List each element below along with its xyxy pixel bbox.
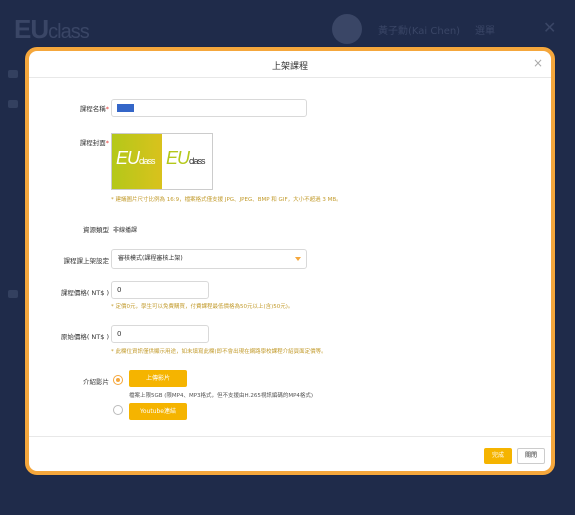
publish-setting-select[interactable]: 審核模式(課程審核上架): [111, 249, 307, 269]
background-close-icon: ✕: [543, 18, 557, 37]
background-sidebar-marker: [8, 70, 18, 78]
close-icon[interactable]: ×: [533, 56, 543, 70]
upload-video-hint: 檔案上限5GB (限MP4、MP3格式，但不支援由H.265視訊編碼的MP4格式…: [129, 393, 314, 399]
chevron-down-icon: [295, 257, 301, 261]
modal-footer: [29, 436, 551, 472]
cover-logo-left: EUclass: [112, 134, 162, 189]
background-header: EUclass 黃子勳(Kai Chen) 選單 ✕: [0, 0, 575, 50]
cover-hint: * 建議圖片尺寸比例為 16:9，檔案格式僅支援 JPG、JPEG、BMP 和 …: [111, 197, 342, 203]
course-price-input[interactable]: 0: [111, 281, 209, 299]
youtube-link-button[interactable]: Youtube連結: [129, 403, 187, 420]
modal-header: 上架課程 ×: [29, 51, 551, 78]
upload-video-button[interactable]: 上傳影片: [129, 370, 187, 387]
course-name-input[interactable]: test: [111, 99, 307, 117]
user-avatar: [332, 14, 362, 44]
background-logo: EUclass: [14, 14, 90, 44]
modal-title: 上架課程: [271, 62, 308, 72]
background-sidebar-marker: [8, 100, 18, 108]
course-name-label: 課程名稱*: [79, 105, 109, 113]
background-sidebar-marker: [8, 290, 18, 298]
intro-video-label: 介紹影片: [83, 378, 109, 386]
close-button[interactable]: 關閉: [517, 448, 545, 464]
resource-type-value: 非線播課: [113, 227, 138, 234]
course-cover-label: 課程封面*: [79, 139, 109, 147]
background-user-name: 黃子勳(Kai Chen): [378, 26, 461, 37]
original-price-input[interactable]: 0: [111, 325, 209, 343]
confirm-button[interactable]: 完成: [484, 448, 512, 464]
course-price-hint: * 定價0元，學生可以免費購買，付費課程最低價格為50元以上(含)50元)。: [111, 304, 294, 310]
publish-course-modal: 上架課程 × 課程名稱* test 課程封面* EUclass EUclass …: [25, 47, 555, 475]
upload-video-radio[interactable]: [113, 375, 123, 385]
background-menu-label: 選單: [475, 26, 495, 37]
course-price-label: 課程價格( NT$ ): [60, 289, 109, 297]
original-price-hint: * 此欄位資訊僅供顯示用途，如未填寫此欄(即不會出現在網路學校課程介紹頁面定價等…: [111, 349, 327, 355]
publish-setting-label: 課程課上架設定: [63, 257, 110, 265]
course-cover-image[interactable]: EUclass EUclass: [111, 133, 213, 190]
original-price-label: 原始價格( NT$ ): [60, 333, 109, 341]
resource-type-label: 資源類型: [83, 226, 109, 234]
youtube-link-radio[interactable]: [113, 405, 123, 415]
cover-logo-right: EUclass: [162, 134, 212, 189]
